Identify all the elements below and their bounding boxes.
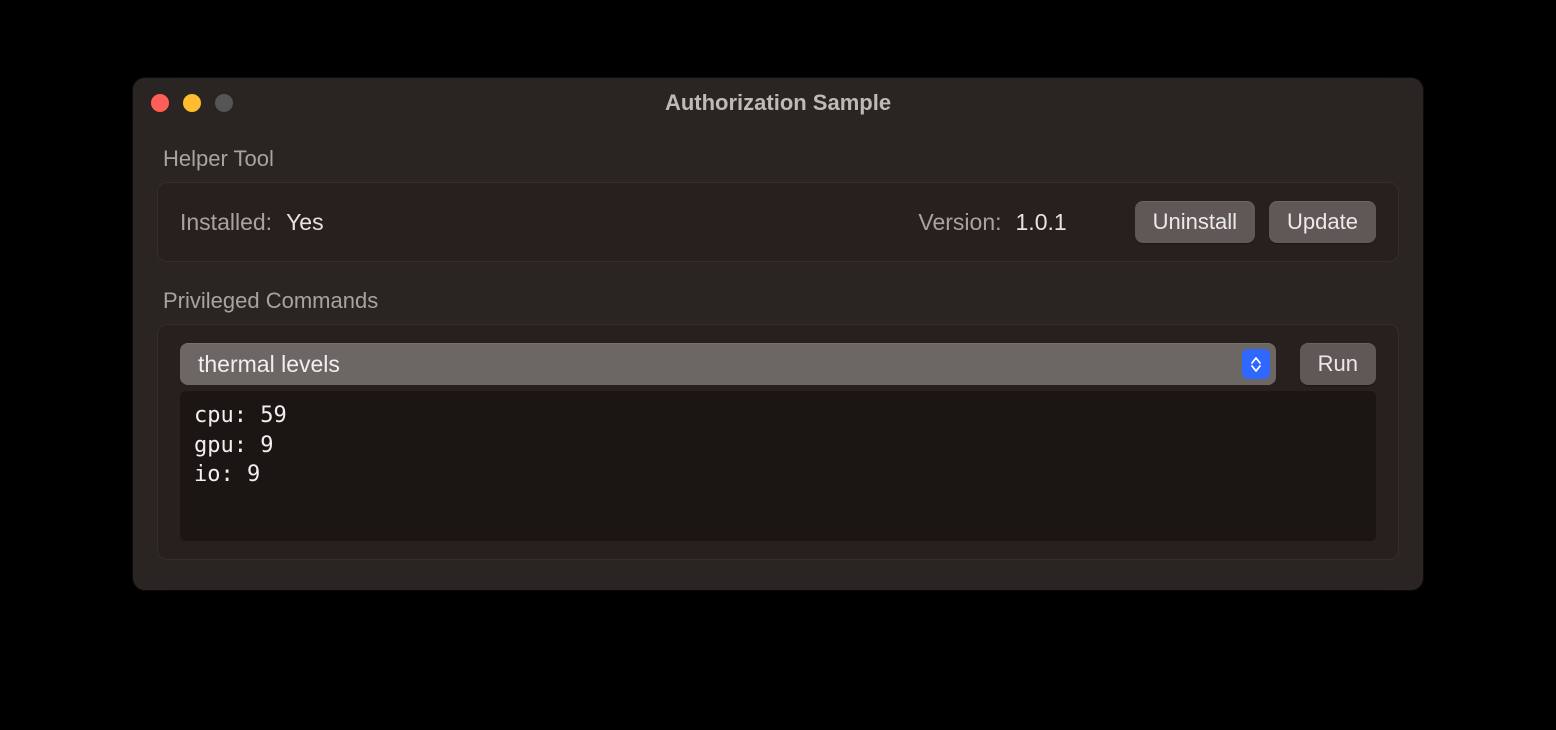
- commands-section-label: Privileged Commands: [157, 288, 1399, 314]
- installed-label: Installed:: [180, 209, 272, 236]
- command-output: cpu: 59 gpu: 9 io: 9: [180, 391, 1376, 541]
- close-icon[interactable]: [151, 94, 169, 112]
- run-button[interactable]: Run: [1300, 343, 1376, 385]
- command-select[interactable]: thermal levels: [180, 343, 1276, 385]
- update-button[interactable]: Update: [1269, 201, 1376, 243]
- maximize-icon: [215, 94, 233, 112]
- app-window: Authorization Sample Helper Tool Install…: [133, 78, 1423, 590]
- titlebar: Authorization Sample: [133, 78, 1423, 128]
- window-title: Authorization Sample: [133, 90, 1423, 116]
- installed-value: Yes: [286, 209, 324, 236]
- version-label: Version:: [918, 209, 1001, 236]
- commands-panel: thermal levels Run cpu: 59 gpu: 9 io: 9: [157, 324, 1399, 560]
- chevron-up-down-icon: [1242, 349, 1270, 379]
- helper-panel: Installed: Yes Version: 1.0.1 Uninstall …: [157, 182, 1399, 262]
- command-select-value: thermal levels: [198, 351, 1242, 378]
- traffic-lights: [151, 94, 233, 112]
- helper-section-label: Helper Tool: [157, 146, 1399, 172]
- version-value: 1.0.1: [1016, 209, 1067, 236]
- helper-row: Installed: Yes Version: 1.0.1 Uninstall …: [180, 201, 1376, 243]
- uninstall-button[interactable]: Uninstall: [1135, 201, 1255, 243]
- minimize-icon[interactable]: [183, 94, 201, 112]
- command-row: thermal levels Run: [180, 343, 1376, 385]
- window-body: Helper Tool Installed: Yes Version: 1.0.…: [133, 128, 1423, 590]
